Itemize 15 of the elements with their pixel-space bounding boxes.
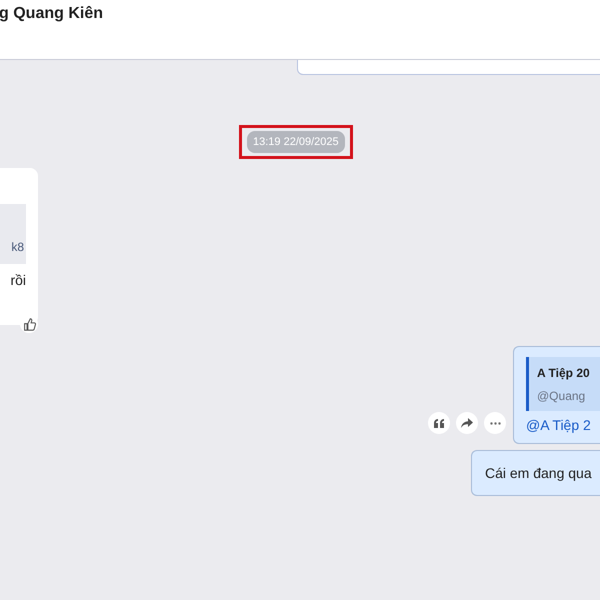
quoted-author: A Tiệp 20 xyxy=(537,366,591,380)
quoted-text: k8 xyxy=(11,240,24,254)
share-button[interactable] xyxy=(456,412,478,434)
more-icon xyxy=(490,422,500,424)
quote-icon xyxy=(434,418,444,428)
more-button[interactable] xyxy=(484,412,506,434)
timestamp: 13:19 22/09/2025 xyxy=(247,131,345,153)
message-text: @A Tiệp 2 xyxy=(526,417,592,433)
quote-button[interactable] xyxy=(428,412,450,434)
message-text: Cái em đang qua xyxy=(485,465,593,481)
quoted-text: @Quang xyxy=(537,389,586,403)
thumbs-up-icon xyxy=(22,318,36,330)
forward-arrow-icon xyxy=(461,418,473,428)
conversation-title: g Quang Kiên xyxy=(0,5,103,23)
message-text: rồi xyxy=(10,272,26,288)
